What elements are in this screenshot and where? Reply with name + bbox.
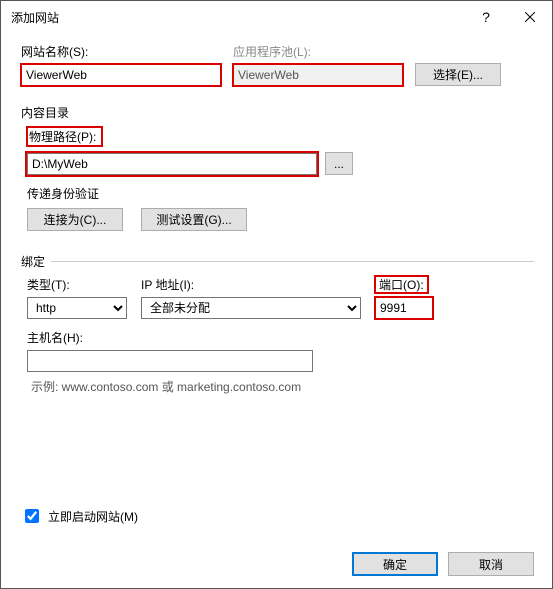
dialog-body: 网站名称(S): 应用程序池(L): 选择(E)... 内容目录 物理路径(P)… — [1, 33, 552, 540]
help-button[interactable]: ? — [464, 1, 508, 33]
passthrough-auth-label: 传递身份验证 — [27, 185, 534, 202]
content-dir-group-label: 内容目录 — [21, 104, 69, 121]
close-button[interactable] — [508, 1, 552, 33]
ok-button[interactable]: 确定 — [352, 552, 438, 576]
cancel-button[interactable]: 取消 — [448, 552, 534, 576]
hostname-example: 示例: www.contoso.com 或 marketing.contoso.… — [31, 378, 534, 395]
connect-as-button[interactable]: 连接为(C)... — [27, 208, 123, 231]
dialog-footer: 确定 取消 — [1, 540, 552, 588]
test-settings-button[interactable]: 测试设置(G)... — [141, 208, 247, 231]
ip-label: IP 地址(I): — [141, 276, 361, 293]
window-title: 添加网站 — [11, 9, 464, 26]
ip-select[interactable]: 全部未分配 — [141, 297, 361, 319]
start-immediately-label: 立即启动网站(M) — [48, 508, 138, 525]
hostname-label: 主机名(H): — [27, 329, 534, 346]
port-input[interactable] — [375, 297, 433, 319]
divider — [51, 261, 534, 262]
site-name-label: 网站名称(S): — [21, 43, 221, 60]
dialog-add-website: 添加网站 ? 网站名称(S): 应用程序池(L): 选择(E)... 内容目录 … — [0, 0, 553, 589]
titlebar: 添加网站 ? — [1, 1, 552, 33]
physical-path-input[interactable] — [27, 153, 317, 175]
select-app-pool-button[interactable]: 选择(E)... — [415, 63, 501, 86]
app-pool-label: 应用程序池(L): — [233, 43, 403, 60]
physical-path-label: 物理路径(P): — [27, 127, 102, 146]
browse-path-button[interactable]: ... — [325, 152, 353, 175]
port-label: 端口(O): — [375, 276, 428, 293]
type-label: 类型(T): — [27, 276, 127, 293]
close-icon — [525, 12, 535, 22]
hostname-input[interactable] — [27, 350, 313, 372]
start-immediately-checkbox[interactable]: 立即启动网站(M) — [21, 506, 138, 526]
start-immediately-input[interactable] — [25, 509, 39, 523]
binding-group-label: 绑定 — [21, 253, 45, 270]
type-select[interactable]: http — [27, 297, 127, 319]
app-pool-input — [233, 64, 403, 86]
site-name-input[interactable] — [21, 64, 221, 86]
